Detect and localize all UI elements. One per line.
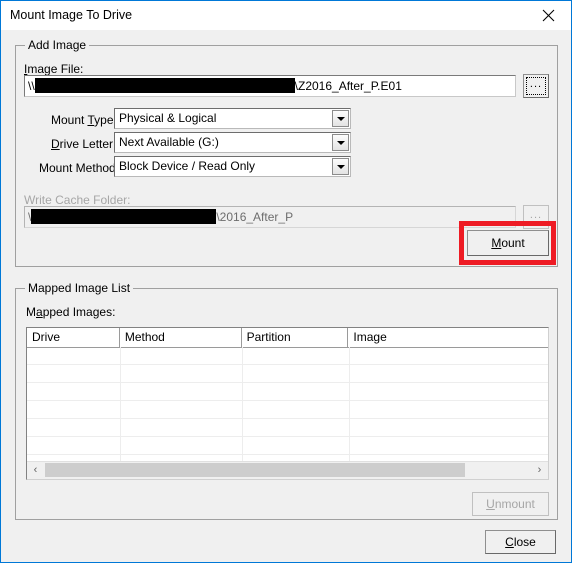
browse-write-cache-label: ... [529,209,543,221]
mount-type-value: Physical & Logical [119,111,217,125]
drive-letter-label: Drive Letter: [51,137,116,151]
scroll-left-arrow-icon[interactable]: ‹ [27,462,44,478]
image-file-path-prefix: \\ [28,79,35,93]
mount-button[interactable]: Mount [467,230,549,256]
mapped-image-list-group-legend: Mapped Image List [25,281,134,295]
write-cache-redaction-bar [31,209,217,225]
mount-method-select[interactable]: Block Device / Read Only [114,156,351,177]
chevron-down-icon[interactable] [332,134,349,151]
mount-method-label-text: Mount Method: [39,161,120,175]
table-header-row: Drive Method Partition Image [27,328,548,348]
image-file-input[interactable]: \\ \Z2016_After_P.E01 [24,75,516,97]
image-file-label-rest: mage File: [27,62,84,76]
browse-button-focus-ring: ... [526,77,546,95]
mapped-images-label-post: pped Images: [42,305,116,319]
table-row[interactable] [27,419,548,437]
mount-type-select[interactable]: Physical & Logical [114,108,351,129]
horizontal-scrollbar[interactable]: ‹ › [27,461,548,479]
unmount-button-label-rest: nmount [494,497,535,511]
chevron-down-icon[interactable] [332,110,349,127]
image-file-redaction-bar [34,78,295,94]
mount-button-label-rest: ount [501,236,525,250]
mount-method-label: Mount Method: [39,161,119,175]
mount-image-dialog: Mount Image To Drive Add Image Image Fil… [0,0,572,563]
browse-write-cache-button: ... [523,205,549,229]
drive-letter-select[interactable]: Next Available (G:) [114,132,351,153]
table-row[interactable] [27,437,548,455]
chevron-down-icon[interactable] [332,158,349,175]
mapped-images-label: Mapped Images: [26,305,115,319]
mount-method-value: Block Device / Read Only [119,159,256,173]
drive-letter-label-accesskey: D [51,137,60,151]
table-row[interactable] [27,365,548,383]
image-file-path-suffix: \Z2016_After_P.E01 [294,79,402,93]
image-file-label: Image File: [24,62,83,76]
add-image-group-legend: Add Image [25,38,90,52]
table-row[interactable] [27,383,548,401]
window-title: Mount Image To Drive [10,8,133,22]
mount-type-label: Mount Type: [51,113,117,127]
close-button-label-rest: lose [513,535,536,549]
scroll-right-arrow-icon[interactable]: › [531,462,548,478]
close-button-accesskey: C [505,535,514,549]
table-row[interactable] [27,401,548,419]
mapped-images-label-pre: M [26,305,36,319]
write-cache-folder-input: \ \2016_After_P [24,206,516,228]
write-cache-path-suffix: \2016_After_P [216,210,294,224]
column-header-partition[interactable]: Partition [241,328,349,347]
mapped-images-label-accesskey: a [36,305,43,319]
mount-type-label-pre: Mount [51,113,88,127]
mount-button-accesskey: M [491,236,502,250]
write-cache-folder-label: Write Cache Folder: [24,193,131,207]
table-row[interactable] [27,347,548,365]
column-header-method[interactable]: Method [119,328,242,347]
column-header-image[interactable]: Image [348,328,548,347]
close-icon[interactable] [526,1,571,29]
drive-letter-value: Next Available (G:) [119,135,219,149]
browse-image-file-button[interactable]: ... [523,74,549,98]
title-bar: Mount Image To Drive [1,1,571,30]
drive-letter-label-post: rive Letter: [59,137,117,151]
column-header-drive[interactable]: Drive [27,328,120,347]
close-button[interactable]: Close [485,530,556,554]
browse-button-label: ... [529,78,543,90]
unmount-button: Unmount [472,492,549,516]
scrollbar-thumb[interactable] [45,463,465,477]
unmount-button-accesskey: U [486,497,495,511]
table-body [27,347,548,473]
mapped-images-table[interactable]: Drive Method Partition Image ‹ › [26,327,549,480]
